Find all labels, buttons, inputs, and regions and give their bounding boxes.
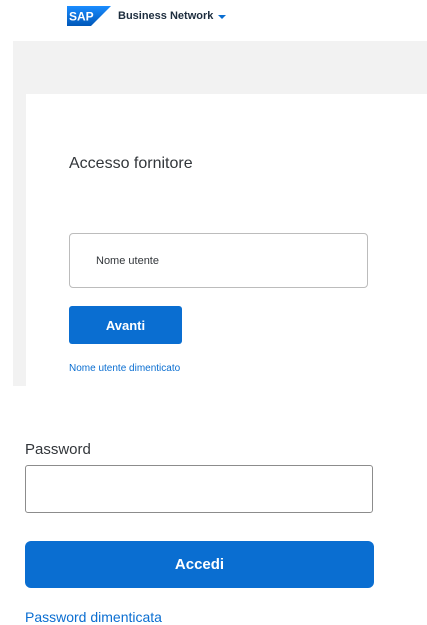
product-name: Business Network bbox=[118, 10, 214, 22]
password-label: Password bbox=[25, 441, 91, 458]
top-header: SAP Business Network bbox=[0, 0, 427, 40]
username-input[interactable] bbox=[69, 233, 368, 288]
forgot-password-link[interactable]: Password dimenticata bbox=[25, 609, 162, 625]
password-input[interactable] bbox=[25, 465, 373, 513]
sap-logo[interactable]: SAP bbox=[67, 6, 111, 26]
page-title: Accesso fornitore bbox=[69, 155, 193, 172]
sap-logo-text: SAP bbox=[69, 10, 94, 24]
chevron-down-icon bbox=[218, 14, 227, 19]
next-button[interactable]: Avanti bbox=[69, 306, 182, 344]
login-button[interactable]: Accedi bbox=[25, 541, 374, 588]
product-switcher[interactable]: Business Network bbox=[118, 10, 227, 22]
forgot-username-link[interactable]: Nome utente dimenticato bbox=[69, 363, 180, 374]
